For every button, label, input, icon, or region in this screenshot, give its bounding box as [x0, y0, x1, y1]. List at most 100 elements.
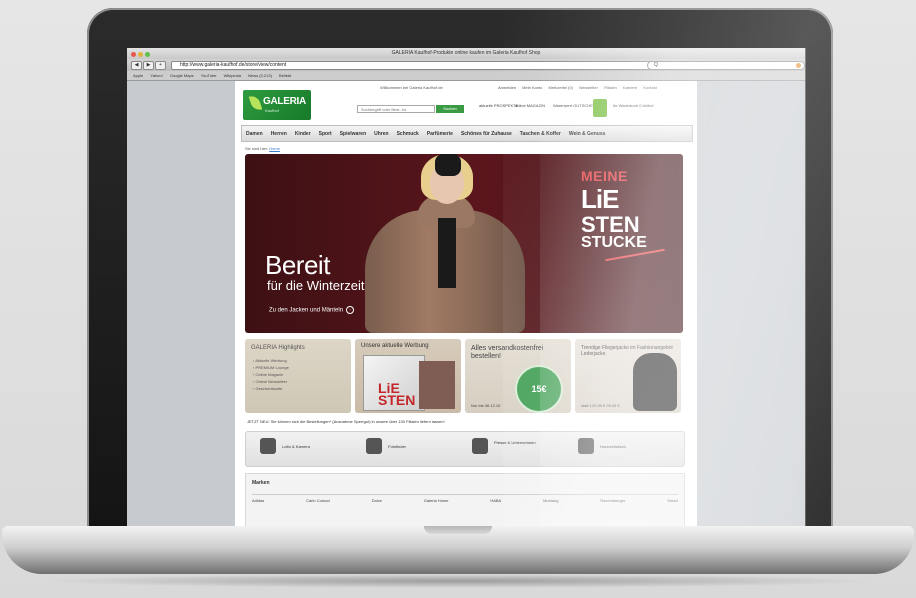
logo-text: GALERIA: [263, 96, 306, 107]
brands-box: Marken Adidas Carlo Colucci Dolce Galeri…: [245, 473, 685, 526]
highlight-item[interactable]: PREMIUM Lounge: [253, 364, 288, 371]
address-bar[interactable]: http://www.galeria-kaufhof.de/store/view…: [171, 61, 651, 70]
bookmark-item[interactable]: YouTube: [201, 73, 217, 78]
top-link[interactable]: Karriere: [623, 85, 637, 90]
magazine-image: LiE STEN: [363, 355, 425, 411]
teaser-title: Alles versandkostenfrei bestellen!: [471, 345, 544, 360]
category-link[interactable]: Herren: [267, 131, 291, 137]
category-link[interactable]: Schönes für Zuhause: [457, 131, 516, 137]
info-line: JETZT NEU: Sie können sich die Bestellun…: [247, 419, 445, 424]
promo-gutschein[interactable]: Warenwert GUTSCHEIN: [553, 103, 597, 108]
brand-link[interactable]: Carlo Colucci: [306, 498, 330, 503]
jacket-image: [633, 353, 677, 411]
bookmark-item[interactable]: Beliebt: [279, 73, 291, 78]
brand-link[interactable]: Adidas: [252, 498, 264, 503]
teaser-price: statt 129,95 € 99,95 €: [581, 403, 620, 408]
teaser-footnote: Nur bis 06.12.10: [471, 403, 501, 408]
top-link[interactable]: Mein Konto: [522, 85, 542, 90]
brand-link[interactable]: Ravensburger: [600, 498, 625, 503]
top-link[interactable]: Newsletter: [579, 85, 598, 90]
close-icon[interactable]: [131, 52, 136, 57]
teaser-werbung[interactable]: Unsere aktuelle Werbung LiE STEN: [355, 339, 461, 413]
category-link[interactable]: Uhren: [370, 131, 392, 137]
highlight-item[interactable]: Online Newsletter: [253, 378, 289, 385]
hero-title: Bereit: [265, 250, 330, 280]
minimize-icon[interactable]: [138, 52, 143, 57]
top-link[interactable]: Merkzettel (0): [549, 85, 573, 90]
bookmark-item[interactable]: Yahoo!: [150, 73, 162, 78]
category-link[interactable]: Kinder: [291, 131, 315, 137]
nav-buttons: ◀ ▶ +: [131, 61, 167, 70]
brand-link[interactable]: HABA: [490, 498, 501, 503]
brand-link[interactable]: Smart: [667, 498, 678, 503]
top-link[interactable]: Kontakt: [643, 85, 657, 90]
laptop-shadow: [40, 574, 876, 588]
shopping-bag-icon[interactable]: [593, 99, 607, 117]
glove: [435, 154, 461, 176]
galeria-logo[interactable]: GALERIA Kaufhof: [243, 90, 311, 120]
web-page: Willkommen bei Galeria Kaufhof.de Anmeld…: [127, 81, 805, 526]
teaser-versandkostenfrei[interactable]: Alles versandkostenfrei bestellen! 15€ N…: [465, 339, 571, 413]
service-link[interactable]: Lotto & Kamera: [282, 444, 310, 449]
zoom-icon[interactable]: [145, 52, 150, 57]
badge-line-2: LiE: [581, 184, 619, 214]
shirt: [438, 218, 456, 288]
category-link[interactable]: Taschen & Koffer: [516, 131, 565, 137]
laptop-notch: [424, 526, 492, 534]
brand-link[interactable]: Dolce: [372, 498, 382, 503]
service-link[interactable]: Fotofinder: [388, 444, 406, 449]
photo-icon: [366, 438, 382, 454]
teaser-highlights[interactable]: GALERIA Highlights Aktuelle Werbung PREM…: [245, 339, 351, 413]
back-icon[interactable]: ◀: [131, 61, 142, 70]
top-links: Anmelden Mein Konto Merkzettel (0) Newsl…: [493, 85, 657, 90]
seal-badge: 15€: [515, 365, 563, 413]
brands-title: Marken: [252, 480, 270, 486]
service-link[interactable]: Presse & Unternehmen: [494, 440, 544, 445]
category-link[interactable]: Damen: [242, 131, 267, 137]
forward-icon[interactable]: ▶: [143, 61, 154, 70]
site-search-button[interactable]: Suchen: [436, 105, 464, 113]
service-link[interactable]: Hochzeitstisch: [600, 444, 626, 449]
teaser-title: Unsere aktuelle Werbung: [361, 343, 429, 349]
highlight-item[interactable]: Geschenkkarte: [253, 385, 289, 392]
leaf-icon: [248, 94, 263, 112]
hero-model-image: [365, 154, 525, 333]
category-link[interactable]: Sport: [315, 131, 336, 137]
site-search-input[interactable]: Suchbegriff oder Best.-Nr.: [357, 105, 435, 113]
magazine-cover-text: LiE STEN: [378, 380, 416, 408]
brand-link[interactable]: Mustang: [543, 498, 558, 503]
add-tab-icon[interactable]: +: [155, 61, 166, 70]
hero-link-label: Zu den Jacken und Mänteln: [269, 307, 344, 314]
highlight-item[interactable]: Aktuelle Werbung: [253, 357, 289, 364]
promo-magazin[interactable]: online MAGAZIN: [515, 103, 545, 108]
category-link[interactable]: Parfümerie: [423, 131, 457, 137]
top-link[interactable]: Anmelden: [498, 85, 516, 90]
bookmark-item[interactable]: Google Maps: [170, 73, 194, 78]
category-nav: Damen Herren Kinder Sport Spielwaren Uhr…: [241, 125, 693, 142]
hero-subtitle: für die Winterzeit: [267, 278, 365, 293]
brand-link[interactable]: Galeria Home: [424, 498, 449, 503]
category-link[interactable]: Schmuck: [393, 131, 423, 137]
arrow-circle-icon: ›: [346, 306, 355, 314]
hero-link[interactable]: Zu den Jacken und Mänteln ›: [269, 306, 355, 314]
breadcrumb: Sie sind hier: Home: [245, 146, 280, 151]
teaser-fliegerjacke[interactable]: Trendige Fliegerjacke im Fashionangebot …: [575, 339, 681, 413]
hero-banner[interactable]: Bereit für die Winterzeit Zu den Jacken …: [245, 154, 683, 333]
logo-subtext: Kaufhof: [265, 108, 279, 113]
highlight-item[interactable]: Online Magazin: [253, 371, 289, 378]
bookmark-item[interactable]: Wikipedia: [224, 73, 241, 78]
category-link[interactable]: Wein & Genuss: [565, 131, 610, 137]
bookmark-item[interactable]: News (3.213): [248, 73, 272, 78]
top-link[interactable]: Filialen: [604, 85, 617, 90]
welcome-text: Willkommen bei Galeria Kaufhof.de: [380, 85, 443, 90]
camera-icon: [260, 438, 276, 454]
magazine-image: [419, 361, 455, 409]
bookmark-item[interactable]: Apple: [133, 73, 143, 78]
promo-prospekte[interactable]: aktuelle PROSPEKTE: [479, 103, 518, 108]
site-content: Willkommen bei Galeria Kaufhof.de Anmeld…: [235, 81, 697, 526]
breadcrumb-home-link[interactable]: Home: [269, 146, 280, 151]
window-title: GALERIA Kaufhof-Produkte online kaufen i…: [391, 50, 541, 56]
category-link[interactable]: Spielwaren: [336, 131, 370, 137]
browser-search-field[interactable]: Q: [647, 61, 805, 70]
cart-summary[interactable]: Ihr Warenkorb 0 Artikel: [613, 103, 654, 108]
